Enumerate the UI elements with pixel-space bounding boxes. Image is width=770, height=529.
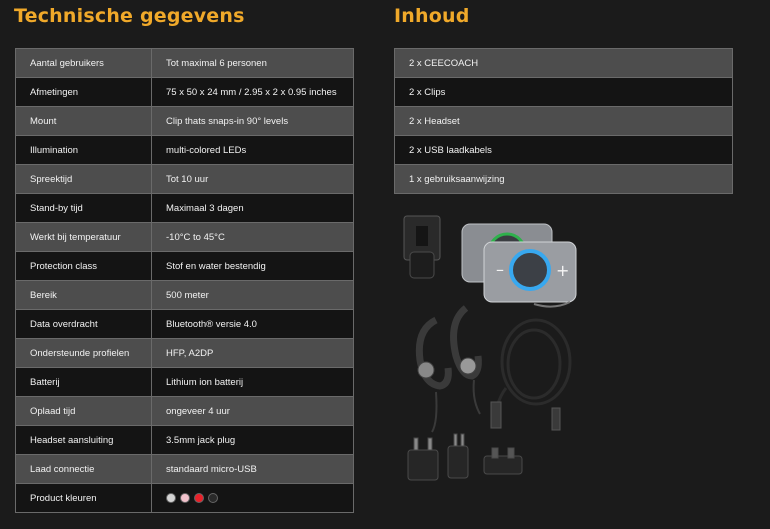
spec-row: Headset aansluiting 3.5mm jack plug [15, 425, 354, 455]
spec-label: Protection class [15, 251, 152, 281]
spec-row: Werkt bij temperatuur -10°C to 45°C [15, 222, 354, 252]
spec-value: Bluetooth® versie 4.0 [151, 309, 354, 339]
spec-label: Stand-by tijd [15, 193, 152, 223]
spec-value: 3.5mm jack plug [151, 425, 354, 455]
spec-row: Laad connectie standaard micro-USB [15, 454, 354, 484]
color-swatch[interactable] [194, 492, 204, 503]
spec-row: Illumination multi-colored LEDs [15, 135, 354, 165]
spec-label: Laad connectie [15, 454, 152, 484]
spec-value: Clip thats snaps-in 90° levels [151, 106, 354, 136]
spec-row: Stand-by tijd Maximaal 3 dagen [15, 193, 354, 223]
svg-text:–: – [496, 260, 504, 279]
content-row: 2 x Headset [394, 106, 733, 136]
spec-row: Mount Clip thats snaps-in 90° levels [15, 106, 354, 136]
content-item: 1 x gebruiksaanwijzing [394, 164, 733, 194]
spec-value: Lithium ion batterij [151, 367, 354, 397]
spec-label: Oplaad tijd [15, 396, 152, 426]
content-row: 1 x gebruiksaanwijzing [394, 164, 733, 194]
spec-row: Spreektijd Tot 10 uur [15, 164, 354, 194]
content-item: 2 x Clips [394, 77, 733, 107]
svg-text:+: + [556, 261, 569, 280]
spec-label: Afmetingen [15, 77, 152, 107]
spec-row: Oplaad tijd ongeveer 4 uur [15, 396, 354, 426]
contents-table: 2 x CEECOACH 2 x Clips 2 x Headset 2 x USB … [394, 48, 733, 194]
specs-heading: Technische gegevens [14, 5, 245, 27]
spec-value: 75 x 50 x 24 mm / 2.95 x 2 x 0.95 inches [151, 77, 354, 107]
spec-row: Batterij Lithium ion batterij [15, 367, 354, 397]
spec-value: Maximaal 3 dagen [151, 193, 354, 223]
spec-row: Product kleuren [15, 483, 354, 513]
spec-row: Data overdracht Bluetooth® versie 4.0 [15, 309, 354, 339]
spec-value: 500 meter [151, 280, 354, 310]
color-swatch[interactable] [166, 492, 176, 503]
plug-adapters-image [407, 433, 523, 481]
spec-value [151, 483, 354, 513]
spec-row: Bereik 500 meter [15, 280, 354, 310]
spec-label: Data overdracht [15, 309, 152, 339]
content-row: 2 x USB laadkabels [394, 135, 733, 165]
spec-label: Batterij [15, 367, 152, 397]
spec-row: Afmetingen 75 x 50 x 24 mm / 2.95 x 2 x 0… [15, 77, 354, 107]
spec-label: Spreektijd [15, 164, 152, 194]
content-row: 2 x CEECOACH [394, 48, 733, 78]
contents-heading: Inhoud [394, 5, 470, 27]
spec-value: HFP, A2DP [151, 338, 354, 368]
spec-label: Aantal gebruikers [15, 48, 152, 78]
spec-row: Aantal gebruikers Tot maximal 6 personen [15, 48, 354, 78]
spec-row: Protection class Stof en water bestendig [15, 251, 354, 281]
spec-value: multi-colored LEDs [151, 135, 354, 165]
spec-label: Werkt bij temperatuur [15, 222, 152, 252]
spec-row: Ondersteunde profielen HFP, A2DP [15, 338, 354, 368]
content-item: 2 x USB laadkabels [394, 135, 733, 165]
spec-value: Tot maximal 6 personen [151, 48, 354, 78]
clip-image [403, 215, 441, 279]
spec-label: Ondersteunde profielen [15, 338, 152, 368]
content-item: 2 x Headset [394, 106, 733, 136]
spec-value: Stof en water bestendig [151, 251, 354, 281]
spec-value: standaard micro-USB [151, 454, 354, 484]
color-swatch[interactable] [180, 492, 190, 503]
color-swatches [166, 492, 218, 503]
content-row: 2 x Clips [394, 77, 733, 107]
headset-image [415, 305, 482, 433]
device-front-image: – + [483, 241, 577, 308]
spec-label: Illumination [15, 135, 152, 165]
color-swatch[interactable] [208, 492, 218, 503]
spec-label: Bereik [15, 280, 152, 310]
spec-label: Headset aansluiting [15, 425, 152, 455]
spec-label: Mount [15, 106, 152, 136]
spec-value: Tot 10 uur [151, 164, 354, 194]
spec-value: ongeveer 4 uur [151, 396, 354, 426]
product-photo: – + [403, 215, 577, 481]
specs-table: Aantal gebruikers Tot maximal 6 personen A… [15, 48, 354, 513]
spec-label: Product kleuren [15, 483, 152, 513]
content-item: 2 x CEECOACH [394, 48, 733, 78]
usb-cable-image [490, 318, 572, 431]
spec-value: -10°C to 45°C [151, 222, 354, 252]
